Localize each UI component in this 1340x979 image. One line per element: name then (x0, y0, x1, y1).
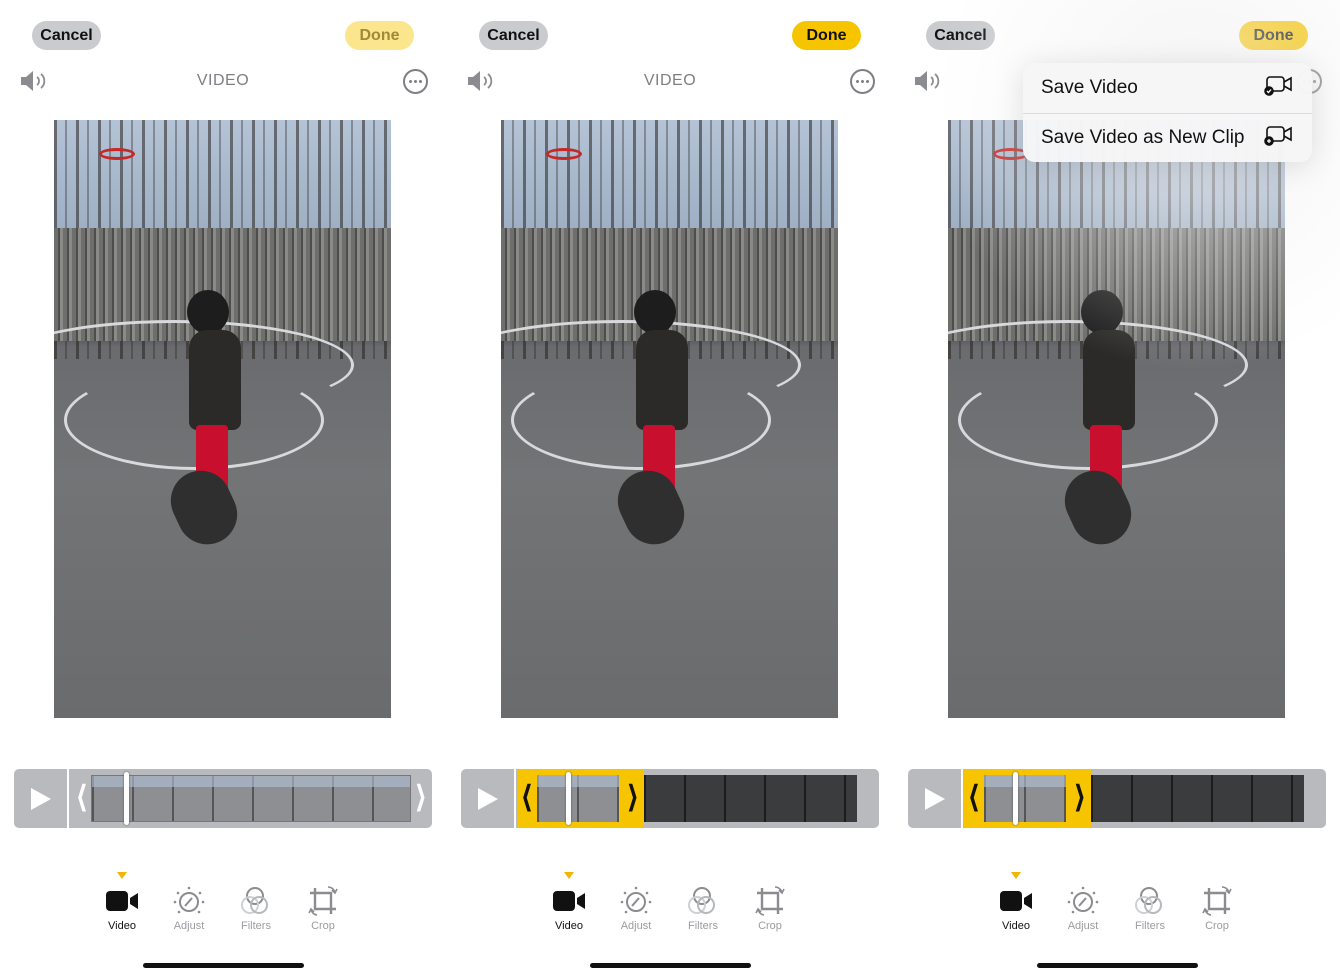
adjust-dial-icon (159, 884, 219, 918)
video-check-icon (1264, 74, 1294, 102)
tool-crop[interactable]: Crop (293, 884, 353, 932)
home-indicator (1037, 963, 1198, 968)
video-camera-icon (539, 884, 599, 918)
filters-icon (226, 884, 286, 918)
video-camera-icon (986, 884, 1046, 918)
menu-item-save-as-new-clip[interactable]: Save Video as New Clip (1023, 112, 1312, 163)
filters-icon (1120, 884, 1180, 918)
adjust-dial-icon (606, 884, 666, 918)
trim-start-handle[interactable]: ⟨ (521, 781, 533, 815)
trim-start-handle[interactable]: ⟨ (968, 781, 980, 815)
tool-crop[interactable]: Crop (1187, 884, 1247, 932)
home-indicator (143, 963, 304, 968)
editor-panel: Cancel Done VIDEO ⟨ ⟩ Video Adjust Filters Crop (0, 0, 446, 979)
tool-video[interactable]: Video (92, 884, 152, 932)
video-preview[interactable] (948, 120, 1285, 718)
trim-selection[interactable]: ⟨ ⟩ (964, 769, 1091, 828)
speaker-icon[interactable] (913, 70, 943, 92)
cancel-button[interactable]: Cancel (479, 21, 548, 50)
crop-rotate-icon (293, 884, 353, 918)
playhead[interactable] (1013, 772, 1018, 825)
excluded-filmstrip[interactable] (1091, 775, 1304, 822)
trim-selection[interactable]: ⟨ ⟩ (517, 769, 644, 828)
tool-label: Filters (1135, 920, 1165, 932)
filters-icon (673, 884, 733, 918)
tool-label: Video (108, 920, 136, 932)
crop-rotate-icon (1187, 884, 1247, 918)
video-camera-icon (92, 884, 152, 918)
tool-adjust[interactable]: Adjust (159, 884, 219, 932)
adjust-dial-icon (1053, 884, 1113, 918)
cancel-button[interactable]: Cancel (32, 21, 101, 50)
playhead[interactable] (124, 772, 129, 825)
tool-video[interactable]: Video (986, 884, 1046, 932)
menu-item-save-video[interactable]: Save Video (1023, 63, 1312, 113)
video-plus-icon (1264, 124, 1294, 152)
tool-filters[interactable]: Filters (1120, 884, 1180, 932)
active-tool-indicator (117, 872, 127, 879)
crop-rotate-icon (740, 884, 800, 918)
mode-title: VIDEO (196, 72, 250, 89)
tool-video[interactable]: Video (539, 884, 599, 932)
home-indicator (590, 963, 751, 968)
active-tool-indicator (1011, 872, 1021, 879)
trim-end-handle[interactable]: ⟩ (627, 781, 639, 815)
filmstrip[interactable] (91, 775, 411, 822)
basketball-hoop (546, 148, 582, 160)
video-preview[interactable] (54, 120, 391, 718)
tool-label: Adjust (1067, 920, 1099, 932)
menu-item-label: Save Video (1041, 76, 1138, 98)
play-button[interactable] (908, 769, 963, 828)
basketball-hoop (99, 148, 135, 160)
video-timeline[interactable]: ⟨ ⟩ (461, 769, 879, 828)
more-options-icon[interactable] (403, 69, 428, 94)
playhead[interactable] (566, 772, 571, 825)
video-preview[interactable] (501, 120, 838, 718)
trim-end-handle[interactable]: ⟩ (415, 781, 427, 815)
trim-end-handle[interactable]: ⟩ (1074, 781, 1086, 815)
tool-adjust[interactable]: Adjust (1053, 884, 1113, 932)
tool-label: Adjust (620, 920, 652, 932)
tool-label: Crop (1205, 920, 1229, 932)
save-menu: Save Video Save Video as New Clip (1023, 63, 1312, 162)
tool-label: Crop (758, 920, 782, 932)
done-button[interactable]: Done (792, 21, 861, 50)
tool-label: Adjust (173, 920, 205, 932)
more-options-icon[interactable] (850, 69, 875, 94)
done-button[interactable]: Done (345, 21, 414, 50)
tool-adjust[interactable]: Adjust (606, 884, 666, 932)
excluded-filmstrip[interactable] (644, 775, 857, 822)
video-timeline[interactable]: ⟨ ⟩ (14, 769, 432, 828)
menu-item-label: Save Video as New Clip (1041, 126, 1245, 148)
tool-filters[interactable]: Filters (673, 884, 733, 932)
tool-label: Filters (688, 920, 718, 932)
tool-crop[interactable]: Crop (740, 884, 800, 932)
tool-label: Crop (311, 920, 335, 932)
cancel-button[interactable]: Cancel (926, 21, 995, 50)
active-tool-indicator (564, 872, 574, 879)
editor-panel: Cancel Done ⟨ ⟩ Video Adjust Filters Crop Save V… (894, 0, 1340, 979)
tool-filters[interactable]: Filters (226, 884, 286, 932)
done-button[interactable]: Done (1239, 21, 1308, 50)
mode-title: VIDEO (643, 72, 697, 89)
play-button[interactable] (14, 769, 69, 828)
editor-panel: Cancel Done VIDEO ⟨ ⟩ Video Adjust Filters Crop (447, 0, 893, 979)
play-button[interactable] (461, 769, 516, 828)
tool-label: Video (1002, 920, 1030, 932)
tool-label: Filters (241, 920, 271, 932)
trim-start-handle[interactable]: ⟨ (76, 781, 88, 815)
video-timeline[interactable]: ⟨ ⟩ (908, 769, 1326, 828)
tool-label: Video (555, 920, 583, 932)
